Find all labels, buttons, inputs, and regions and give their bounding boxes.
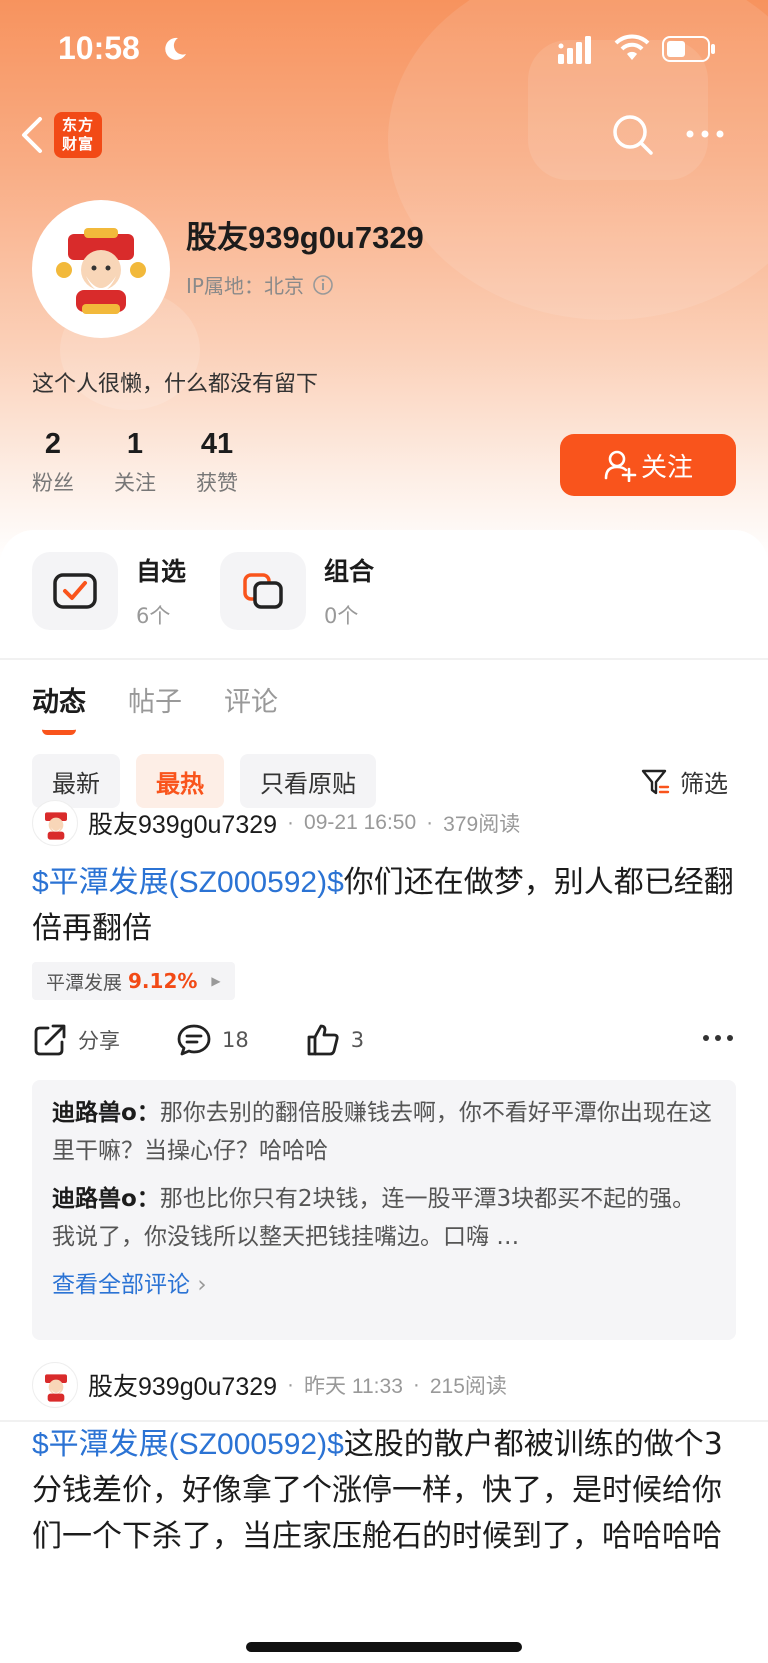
info-icon[interactable] bbox=[312, 274, 334, 296]
post-actions: 分享 18 3 bbox=[32, 1022, 736, 1058]
tab-comments[interactable]: 评论 bbox=[224, 680, 278, 719]
stat-label: 粉丝 bbox=[32, 471, 74, 495]
post-meta-separator: · bbox=[426, 811, 434, 834]
stat-label: 关注 bbox=[114, 471, 156, 495]
post-author[interactable]: 股友939g0u7329 bbox=[88, 805, 277, 841]
ip-location-label: IP属地：北京 bbox=[186, 274, 304, 298]
watchlist-icon-box bbox=[32, 552, 118, 630]
battery-icon bbox=[662, 36, 715, 62]
watchlist-check-icon bbox=[53, 573, 97, 609]
search-icon[interactable] bbox=[610, 112, 656, 158]
portfolio-icon-box bbox=[220, 552, 306, 630]
stock-change: 9.12% bbox=[128, 969, 198, 993]
quick-link-title: 自选 bbox=[136, 557, 187, 586]
post-meta-separator: · bbox=[412, 1373, 420, 1396]
portfolio-icon bbox=[243, 573, 283, 609]
chevron-right-icon: › bbox=[197, 1272, 207, 1298]
stat-label: 获赞 bbox=[196, 471, 238, 495]
content-tabs: 动态 帖子 评论 bbox=[32, 680, 320, 735]
chevron-right-icon: ▶ bbox=[211, 974, 221, 988]
divider bbox=[0, 658, 768, 660]
wifi-icon bbox=[614, 34, 650, 60]
back-arrow-icon[interactable] bbox=[18, 115, 46, 155]
home-indicator[interactable] bbox=[246, 1642, 522, 1652]
post-header: 股友939g0u7329 · 09-21 16:50 · 379阅读 bbox=[32, 800, 520, 846]
post-meta-separator: · bbox=[287, 1373, 295, 1396]
stat-fans[interactable]: 2 粉丝 bbox=[32, 428, 74, 497]
cellular-signal-icon bbox=[558, 36, 591, 64]
comment-button[interactable]: 18 bbox=[176, 1022, 249, 1058]
fortune-god-avatar-icon bbox=[45, 812, 67, 840]
see-all-comments-link[interactable]: 查看全部评论 › bbox=[52, 1266, 716, 1304]
username: 股友939g0u7329 bbox=[186, 220, 424, 255]
follow-label: 关注 bbox=[640, 452, 693, 483]
quick-link-count: 0个 bbox=[324, 604, 359, 628]
quick-link-title: 组合 bbox=[324, 557, 375, 586]
stock-tag-link[interactable]: $平潭发展(SZ000592)$ bbox=[32, 866, 344, 899]
post-reads: 215阅读 bbox=[429, 1375, 507, 1398]
quick-link-count: 6个 bbox=[136, 604, 171, 628]
post-time: 昨天 11:33 bbox=[304, 1375, 403, 1398]
user-bio: 这个人很懒，什么都没有留下 bbox=[32, 372, 319, 397]
add-user-icon bbox=[604, 450, 637, 482]
see-all-label: 查看全部评论 bbox=[52, 1272, 190, 1298]
stock-quote-chip[interactable]: 平潭发展 9.12% ▶ bbox=[32, 962, 235, 1000]
post-header: 股友939g0u7329 · 昨天 11:33 · 215阅读 bbox=[32, 1362, 507, 1408]
app-logo-line2: 财富 bbox=[61, 135, 94, 153]
post-time: 09-21 16:50 bbox=[304, 811, 417, 834]
comment-item[interactable]: 迪路兽o：那也比你只有2块钱，连一股平潭3块都买不起的强。我说了，你没钱所以整天… bbox=[52, 1180, 716, 1256]
more-options-icon[interactable] bbox=[700, 1026, 736, 1050]
filter-button[interactable]: 筛选 bbox=[640, 764, 728, 799]
share-icon bbox=[34, 1024, 66, 1056]
moon-icon bbox=[165, 37, 186, 60]
avatar[interactable] bbox=[32, 800, 78, 846]
profile-stats: 2 粉丝 1 关注 41 获赞 bbox=[32, 428, 278, 497]
fortune-god-avatar-icon bbox=[56, 228, 146, 314]
post-author[interactable]: 股友939g0u7329 bbox=[88, 1367, 277, 1403]
stat-number: 1 bbox=[126, 428, 144, 460]
app-logo-line1: 东方 bbox=[61, 116, 94, 134]
like-button[interactable]: 3 bbox=[305, 1022, 364, 1058]
fortune-god-avatar-icon bbox=[45, 1374, 67, 1402]
stat-following[interactable]: 1 关注 bbox=[114, 428, 156, 497]
stat-number: 41 bbox=[200, 428, 234, 460]
filter-label: 筛选 bbox=[680, 770, 728, 798]
comment-user[interactable]: 迪路兽o： bbox=[52, 1186, 160, 1212]
quick-link-portfolio[interactable]: 组合 0个 bbox=[220, 552, 374, 630]
status-bar: 10:58 bbox=[0, 0, 768, 100]
tab-posts[interactable]: 帖子 bbox=[128, 680, 182, 719]
share-label: 分享 bbox=[78, 1029, 120, 1053]
comment-preview: 迪路兽o：那你去别的翻倍股赚钱去啊，你不看好平潭你出现在这里干嘛？当操心仔？哈哈… bbox=[32, 1080, 736, 1340]
stat-likes[interactable]: 41 获赞 bbox=[196, 428, 238, 497]
status-time: 10:58 bbox=[58, 30, 140, 66]
comment-user[interactable]: 迪路兽o： bbox=[52, 1100, 160, 1126]
content-card: 自选 6个 组合 0个 动态 帖子 评论 最新 最热 只看原贴 筛选 股友939… bbox=[0, 530, 768, 1663]
stat-number: 2 bbox=[44, 428, 62, 460]
post-body[interactable]: $平潭发展(SZ000592)$这股的散户都被训练的做个3分钱差价，好像拿了个涨… bbox=[32, 1422, 742, 1662]
stock-tag-link[interactable]: $平潭发展(SZ000592)$ bbox=[32, 1428, 344, 1461]
quick-link-watchlist[interactable]: 自选 6个 bbox=[32, 552, 186, 630]
comment-item[interactable]: 迪路兽o：那你去别的翻倍股赚钱去啊，你不看好平潭你出现在这里干嘛？当操心仔？哈哈… bbox=[52, 1094, 716, 1170]
follow-button[interactable]: 关注 bbox=[560, 434, 736, 496]
comment-count: 18 bbox=[222, 1028, 249, 1052]
more-options-icon[interactable] bbox=[684, 122, 726, 146]
share-button[interactable]: 分享 bbox=[32, 1022, 120, 1058]
ip-location: IP属地：北京 bbox=[186, 270, 334, 299]
tab-activity[interactable]: 动态 bbox=[32, 680, 86, 735]
post-reads: 379阅读 bbox=[443, 813, 521, 836]
filter-icon bbox=[641, 769, 670, 794]
avatar[interactable] bbox=[32, 1362, 78, 1408]
like-count: 3 bbox=[350, 1028, 365, 1052]
post-meta-separator: · bbox=[287, 811, 295, 834]
comment-icon bbox=[177, 1024, 211, 1056]
stock-name: 平潭发展 bbox=[46, 971, 123, 994]
app-logo[interactable]: 东方 财富 bbox=[54, 112, 102, 158]
post-body[interactable]: $平潭发展(SZ000592)$你们还在做梦，别人都已经翻倍再翻倍 bbox=[32, 860, 742, 952]
thumbs-up-icon bbox=[307, 1024, 339, 1056]
avatar[interactable] bbox=[32, 200, 170, 338]
